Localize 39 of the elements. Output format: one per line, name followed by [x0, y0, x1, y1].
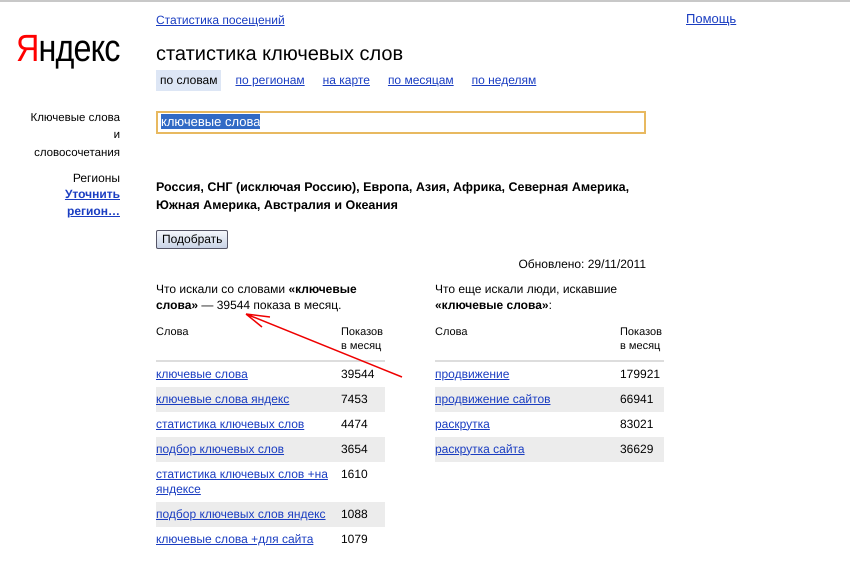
column-header: Слова [435, 326, 618, 360]
keyword-link[interactable]: продвижение [435, 366, 510, 382]
region-link[interactable]: Уточнить регион… [50, 186, 120, 220]
count-cell: 4474 [339, 412, 385, 436]
logo: Яндекс [16, 30, 120, 68]
column-header: Показов в месяц [339, 326, 385, 360]
table-caption: Что еще искали люди, искавшие «ключевые слова»: [435, 282, 618, 314]
tab[interactable]: по месяцам [384, 70, 458, 91]
tab[interactable]: по неделям [468, 70, 540, 91]
tab[interactable]: на карте [318, 70, 374, 91]
keyword-link[interactable]: статистика ключевых слов [156, 416, 304, 432]
count-cell: 66941 [618, 386, 664, 412]
tab[interactable]: по словам [156, 70, 222, 91]
side-label: Ключевые слова и словосочетания [30, 111, 120, 160]
keyword-link[interactable]: статистика ключевых слов +на яндексе [156, 466, 339, 496]
count-cell: 1088 [339, 502, 385, 526]
count-cell: 36629 [618, 436, 664, 462]
keyword-link[interactable]: ключевые слова +для сайта [156, 532, 314, 546]
updated-date: Обновлено: 29/11/2011 [517, 257, 646, 272]
search-field[interactable]: ключевые слова [156, 111, 646, 134]
count-cell: 1079 [339, 526, 385, 552]
count-cell: 83021 [618, 412, 664, 436]
column-header: Показов в месяц [618, 326, 664, 360]
count-cell: 3654 [339, 436, 385, 462]
tab[interactable]: по регионам [231, 70, 309, 91]
count-cell: 39544 [339, 360, 385, 386]
count-cell: 179921 [618, 360, 664, 386]
keyword-link[interactable]: ключевые слова [156, 366, 248, 382]
count-cell: 1610 [339, 462, 385, 502]
count-cell: 7453 [339, 386, 385, 412]
table-caption: Что искали со словами «ключевые слова» — 39544 показа в месяц. [156, 282, 358, 314]
help-link[interactable]: Помощь [686, 11, 736, 28]
page-title: статистика ключевых слов [156, 44, 404, 64]
region-list: Россия, СНГ (исключая Россию), Европа, Азия, Африка, Северная Америка, Южная Америка, Австралия и Океания [156, 179, 646, 214]
submit-button[interactable]: Подобрать [156, 230, 228, 249]
column-header: Слова [156, 326, 339, 360]
stats-link[interactable]: Статистика посещений [156, 13, 285, 28]
keyword-link[interactable]: раскрутка [435, 416, 490, 432]
side-label: Регионы [72, 170, 120, 186]
